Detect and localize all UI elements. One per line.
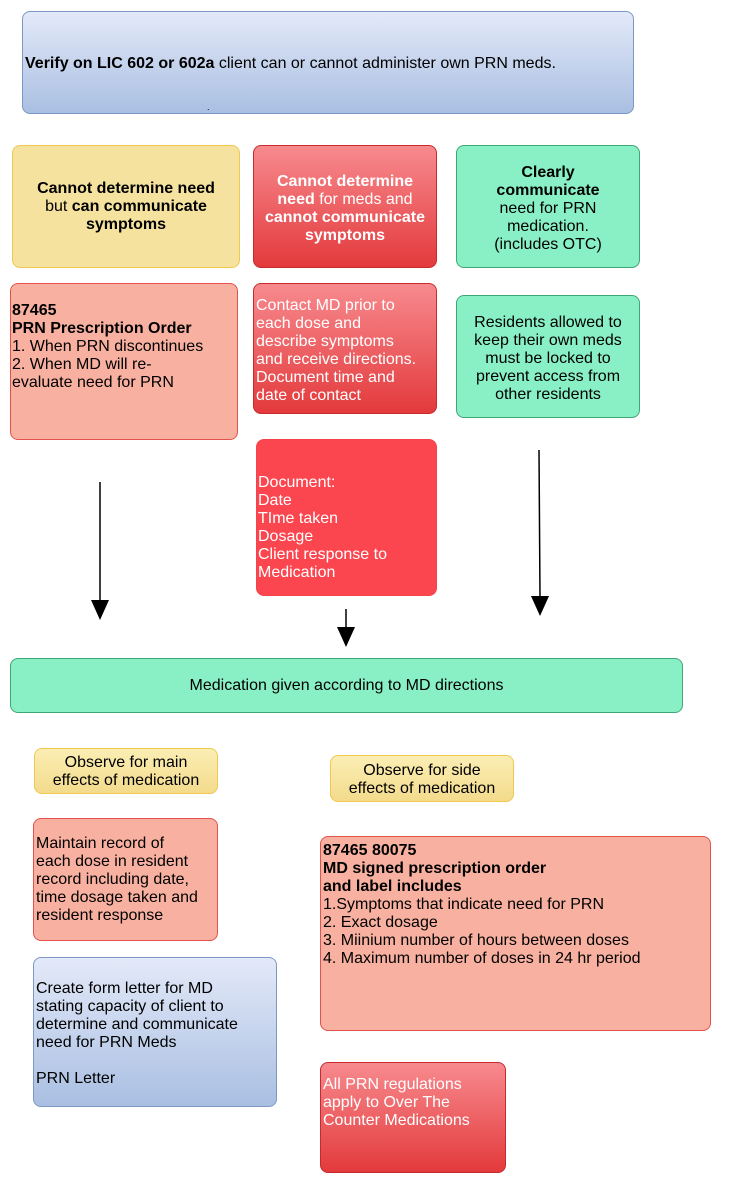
col1-header-but: but <box>45 198 72 215</box>
clearly-communicate-box: Clearly communicate need for PRN medicat… <box>456 145 640 268</box>
prn-order-code: 87465 <box>12 302 57 319</box>
document-line: TIme taken <box>258 510 339 527</box>
contact-md-line: each dose and <box>256 315 361 332</box>
residents-line: must be locked to <box>485 350 611 367</box>
contact-md-line: Document time and <box>256 369 395 386</box>
observe-side-line: effects of medication <box>348 780 496 797</box>
maintain-record-line: resident response <box>36 907 164 924</box>
prescription-item: 4. Maximum number of doses in 24 hr peri… <box>323 950 641 967</box>
col3-header-line5: (includes OTC) <box>494 236 602 253</box>
maintain-record-line: Maintain record of <box>36 835 165 852</box>
otc-line: All PRN regulations <box>323 1076 462 1093</box>
residents-line: keep their own meds <box>474 332 622 349</box>
verify-text-bold: Verify on LIC 602 or 602a <box>25 55 215 72</box>
col3-header-line4: medication. <box>507 218 589 235</box>
prescription-item: 1.Symptoms that indicate need for PRN <box>323 896 605 913</box>
col1-header-line1: Cannot determine need <box>37 180 215 197</box>
prescription-item: 3. Miinium number of hours between doses <box>323 932 629 949</box>
prn-order-item: evaluate need for PRN <box>12 374 174 391</box>
document-line: Date <box>258 492 292 509</box>
verify-text-rest: client can or cannot administer own PRN … <box>214 55 556 72</box>
prescription-item: 2. Exact dosage <box>323 914 438 931</box>
col2-header-for-meds: for meds and <box>314 191 413 208</box>
maintain-record-line: time dosage taken and <box>36 889 198 906</box>
form-letter-line: determine and communicate <box>36 1016 238 1033</box>
col1-header-line2: but can communicate <box>13 198 239 216</box>
medication-given-text: Medication given according to MD directi… <box>189 676 504 694</box>
col3-header-line1: Clearly <box>521 164 575 181</box>
col2-header-line2: need for meds and <box>254 191 436 209</box>
col2-header-need: need <box>277 191 315 208</box>
md-signed-prescription-box: 87465 80075 MD signed prescription order… <box>320 836 711 1031</box>
observe-main-line: effects of medication <box>52 772 200 789</box>
otc-regulations-box: All PRN regulations apply to Over The Co… <box>320 1062 506 1173</box>
prescription-title: MD signed prescription order <box>323 860 547 877</box>
residents-line: Residents allowed to <box>474 314 622 331</box>
contact-md-line: and receive directions. <box>256 351 417 368</box>
contact-md-line: date of contact <box>256 387 361 404</box>
observe-main-line: Observe for main <box>64 754 188 771</box>
arrow-down-left <box>91 482 109 620</box>
col2-header-line3: cannot communicate <box>264 209 426 226</box>
col1-header-can-communicate: can communicate <box>71 198 207 215</box>
contact-md-line: Contact MD prior to <box>256 297 395 314</box>
col1-header-line3: symptoms <box>85 216 167 233</box>
observe-main-effects-box: Observe for main effects of medication <box>34 748 218 794</box>
maintain-record-line: each dose in resident <box>36 853 189 870</box>
medication-given-box: Medication given according to MD directi… <box>10 658 683 713</box>
stray-dot: . <box>207 102 210 112</box>
residents-line: prevent access from <box>475 368 621 385</box>
arrow-down-right <box>531 449 549 616</box>
col2-header-line4: symptoms <box>304 227 386 244</box>
prn-letter-link[interactable]: PRN Letter <box>36 1070 276 1088</box>
document-box: Document: Date TIme taken Dosage Client … <box>256 439 437 596</box>
maintain-record-box: Maintain record of each dose in resident… <box>33 818 218 941</box>
prn-order-item: 1. When PRN discontinues <box>12 338 204 355</box>
observe-side-effects-box: Observe for side effects of medication <box>330 755 514 802</box>
document-line: Document: <box>258 474 336 491</box>
contact-md-box: Contact MD prior to each dose and descri… <box>253 283 437 414</box>
form-letter-line: need for PRN Meds <box>36 1034 177 1051</box>
col3-header-line3: need for PRN <box>499 200 597 217</box>
arrow-down-center <box>337 609 355 647</box>
otc-line: apply to Over The <box>323 1094 450 1111</box>
prn-order-item: 2. When MD will re- <box>12 356 152 373</box>
verify-text: Verify on LIC 602 or 602a client can or … <box>25 55 556 73</box>
document-line: Client response to <box>258 546 387 563</box>
prescription-codes: 87465 80075 <box>323 842 417 859</box>
residents-keep-meds-box: Residents allowed to keep their own meds… <box>456 295 640 418</box>
col3-header-line2: communicate <box>496 182 600 199</box>
cannot-determine-cannot-communicate-box: Cannot determine need for meds and canno… <box>253 145 437 268</box>
form-letter-line: stating capacity of client to <box>36 998 224 1015</box>
document-line: Dosage <box>258 528 314 545</box>
col2-header-line1: Cannot determine <box>276 173 413 190</box>
contact-md-line: describe symptoms <box>256 333 394 350</box>
cannot-determine-can-communicate-box: Cannot determine need but can communicat… <box>12 145 240 268</box>
observe-side-line: Observe for side <box>363 762 481 779</box>
maintain-record-line: record including date, <box>36 871 189 888</box>
prn-prescription-order-box: 87465 PRN Prescription Order 1. When PRN… <box>10 283 238 440</box>
prescription-title: and label includes <box>323 878 462 895</box>
otc-line: Counter Medications <box>323 1112 470 1129</box>
verify-box: Verify on LIC 602 or 602a client can or … <box>22 11 634 114</box>
form-letter-box: Create form letter for MD stating capaci… <box>33 957 277 1107</box>
form-letter-line: Create form letter for MD <box>36 980 213 997</box>
prn-order-title: PRN Prescription Order <box>12 320 192 337</box>
residents-line: other residents <box>495 386 601 403</box>
document-line: Medication <box>258 564 336 581</box>
